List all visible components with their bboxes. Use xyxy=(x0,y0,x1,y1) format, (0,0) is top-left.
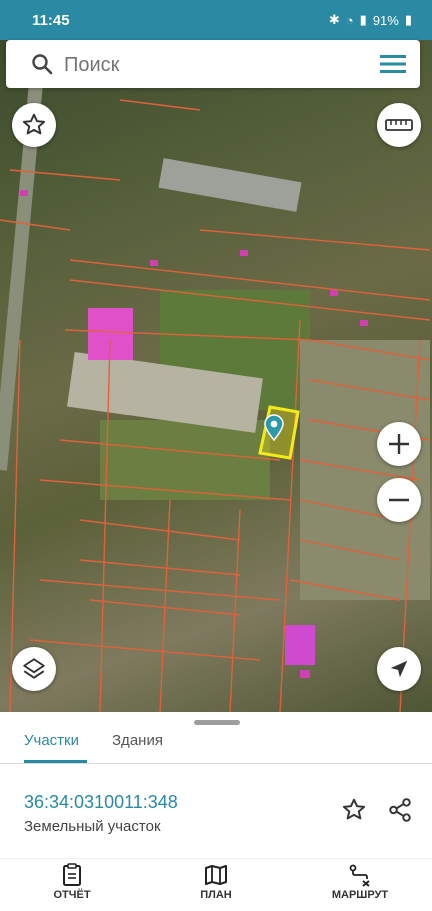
status-bar: 11:45 ✱ ◔ ▮ 91% ▮ xyxy=(0,0,432,40)
tab-divider xyxy=(0,763,432,764)
bottom-navigation: ОТЧЁТ ПЛАН МАРШРУТ xyxy=(0,858,432,911)
cadastral-number[interactable]: 36:34:0310011:348 xyxy=(24,792,178,813)
star-icon xyxy=(342,798,366,820)
clipboard-icon xyxy=(63,863,81,886)
map-view[interactable] xyxy=(0,40,432,712)
nav-plan-label: ПЛАН xyxy=(200,889,232,901)
zoom-in-button[interactable] xyxy=(377,422,421,466)
zoom-in-icon xyxy=(389,434,409,454)
layers-icon xyxy=(23,658,45,679)
star-icon xyxy=(22,113,46,135)
nav-route[interactable]: МАРШРУТ xyxy=(315,863,405,901)
nav-route-label: МАРШРУТ xyxy=(331,889,389,901)
nav-plan[interactable]: ПЛАН xyxy=(171,863,261,901)
tab-parcels[interactable]: Участки xyxy=(24,732,79,749)
map-icon xyxy=(205,865,227,885)
bluetooth-icon: ✱ xyxy=(328,12,340,27)
sheet-drag-handle[interactable] xyxy=(194,720,240,725)
map-imagery xyxy=(0,40,431,712)
field xyxy=(100,420,270,500)
favorite-button[interactable] xyxy=(12,103,56,147)
battery-percent: 91% xyxy=(372,12,399,28)
wifi-icon: ◔ xyxy=(345,12,354,28)
building-block xyxy=(158,158,302,212)
pink-building xyxy=(285,625,315,665)
status-icons: ✱ ◔ ▮ 91% ▮ xyxy=(329,12,412,28)
ruler-button[interactable] xyxy=(377,103,421,147)
layers-button[interactable] xyxy=(12,647,56,691)
search-input[interactable] xyxy=(62,50,366,80)
location-arrow-icon xyxy=(390,660,408,678)
signal-icon: ▮ xyxy=(359,12,367,27)
search-bar[interactable] xyxy=(6,40,420,88)
search-icon[interactable] xyxy=(30,52,54,76)
route-icon xyxy=(349,864,370,887)
my-location-button[interactable] xyxy=(377,647,421,691)
parcel-type: Земельный участок xyxy=(24,818,161,835)
field xyxy=(300,340,430,600)
tab-buildings[interactable]: Здания xyxy=(112,732,163,749)
status-time: 11:45 xyxy=(32,12,70,29)
battery-icon: ▮ xyxy=(404,12,412,27)
zoom-out-button[interactable] xyxy=(377,478,421,522)
zoom-out-icon xyxy=(389,498,409,502)
menu-icon[interactable] xyxy=(380,54,406,74)
nav-report[interactable]: ОТЧЁТ xyxy=(27,863,117,901)
pink-building xyxy=(88,308,133,360)
ruler-icon xyxy=(385,119,413,131)
favorite-parcel-button[interactable] xyxy=(334,790,374,830)
share-icon xyxy=(389,798,411,822)
share-button[interactable] xyxy=(380,790,420,830)
nav-report-label: ОТЧЁТ xyxy=(53,889,91,901)
